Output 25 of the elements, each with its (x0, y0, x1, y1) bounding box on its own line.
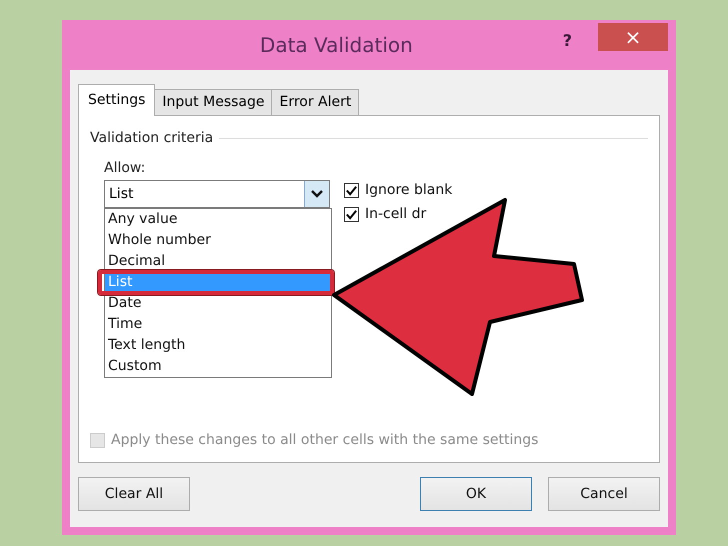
chevron-down-icon (311, 190, 323, 198)
dropdown-option[interactable]: Whole number (105, 230, 331, 251)
close-button[interactable]: × (598, 23, 668, 51)
dropdown-button[interactable] (304, 181, 329, 207)
checkbox[interactable] (344, 182, 359, 198)
dropdown-option[interactable]: Text length (105, 335, 331, 356)
dropdown-option[interactable]: Decimal (105, 251, 331, 272)
dropdown-option[interactable]: Custom (105, 356, 331, 377)
dropdown-option[interactable]: Any value (105, 209, 331, 230)
help-button[interactable]: ? (562, 30, 572, 50)
window-title: Data Validation (258, 33, 414, 57)
dropdown-option[interactable]: Time (105, 314, 331, 335)
tab[interactable]: Settings (78, 84, 156, 116)
checkbox-label: Apply these changes to all other cells with the same settings (111, 432, 538, 448)
checkbox-label: Ignore blank (365, 182, 452, 198)
dialog-button[interactable]: Clear All (78, 477, 190, 511)
checkbox-label: In-cell dr (365, 206, 426, 222)
tab[interactable]: Input Message (154, 89, 272, 115)
allow-label: Allow: (104, 160, 146, 176)
ok-button[interactable]: OK (420, 477, 532, 511)
tab[interactable]: Error Alert (271, 89, 360, 115)
group-label: Validation criteria (90, 130, 214, 146)
dialog-button[interactable]: Cancel (548, 477, 660, 511)
checkbox[interactable] (344, 206, 359, 222)
dropdown-option[interactable]: Date (105, 293, 331, 314)
